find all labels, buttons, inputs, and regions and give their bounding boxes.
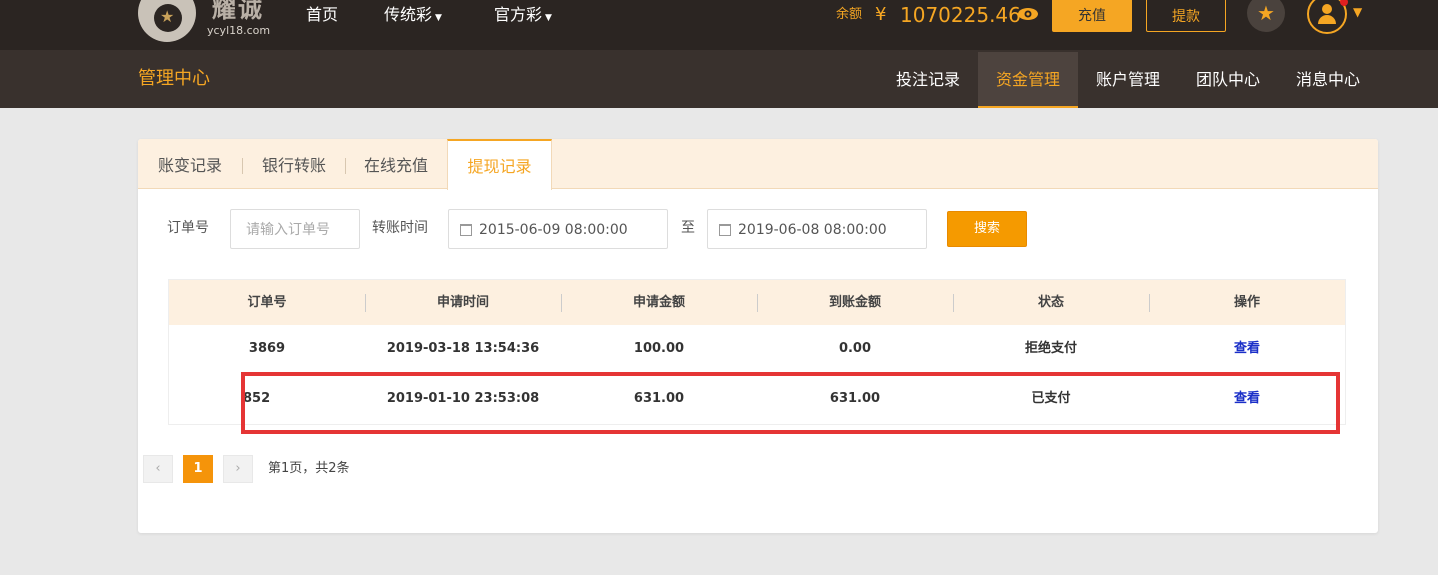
order-no-cell: 3869 (248, 341, 286, 356)
pagination-info: 第1页，共2条 (268, 461, 350, 476)
recharge-button[interactable]: 充值 (1052, 0, 1132, 32)
nav-official-lottery[interactable]: 官方彩 ▼ (494, 4, 552, 29)
tab-withdraw-records[interactable]: 提现记录 (447, 139, 552, 190)
to-label: 至 (681, 220, 695, 236)
page-number-current[interactable]: 1 (183, 455, 213, 483)
received-amount-cell: 0.00 (838, 341, 872, 356)
order-no-input[interactable]: 请输入订单号 (230, 209, 360, 249)
subnav-message-center[interactable]: 消息中心 (1278, 52, 1378, 108)
status-cell: 拒绝支付 (1024, 341, 1077, 356)
transfer-time-label: 转账时间 (372, 220, 428, 236)
end-time-value: 2019-06-08 08:00:00 (738, 222, 887, 238)
page-title: 管理中心 (138, 68, 210, 89)
column-header: 申请时间 (436, 295, 489, 310)
tab-bank-transfer[interactable]: 银行转账 (243, 139, 345, 189)
balance-label: 余额 (836, 7, 863, 22)
column-header: 订单号 (247, 295, 287, 310)
apply-time-cell: 2019-03-18 13:54:36 (386, 341, 540, 356)
subnav-team-center[interactable]: 团队中心 (1178, 52, 1278, 108)
view-link[interactable]: 查看 (1149, 339, 1345, 359)
highlight-box (241, 372, 1340, 434)
tab-transaction-records[interactable]: 账变记录 (138, 139, 242, 189)
chevron-right-icon[interactable]: › (223, 455, 253, 483)
end-time-input[interactable]: 2019-06-08 08:00:00 (707, 209, 927, 249)
search-button[interactable]: 搜索 (947, 211, 1027, 247)
withdraw-button[interactable]: 提款 (1146, 0, 1226, 32)
column-header: 到账金额 (828, 295, 881, 310)
tab-bar: 账变记录 银行转账 在线充值 提现记录 (138, 139, 1378, 190)
tab-online-recharge[interactable]: 在线充值 (346, 139, 446, 189)
balance-value: 1070225.46 (900, 3, 1021, 27)
order-no-label: 订单号 (167, 220, 209, 236)
start-time-value: 2015-06-09 08:00:00 (479, 222, 628, 238)
nav-traditional-lottery[interactable]: 传统彩 ▼ (384, 4, 442, 29)
order-no-placeholder: 请输入订单号 (246, 222, 330, 238)
currency-symbol: ¥ (875, 4, 887, 25)
calendar-icon (460, 224, 472, 236)
start-time-input[interactable]: 2015-06-09 08:00:00 (448, 209, 668, 249)
logo-title: 耀诚 (212, 0, 264, 23)
chevron-down-icon[interactable]: ▼ (1353, 4, 1362, 20)
subnav-bet-records[interactable]: 投注记录 (878, 52, 978, 108)
apply-amount-cell: 100.00 (633, 341, 685, 356)
nav-home[interactable]: 首页 (306, 4, 338, 26)
logo-domain: ycyl18.com (207, 24, 271, 37)
column-header: 状态 (1037, 295, 1064, 310)
table-header: 订单号 申请时间 申请金额 到账金额 状态 操作 (169, 280, 1345, 325)
eye-icon[interactable] (1017, 7, 1039, 21)
caret-down-icon: ▼ (435, 13, 442, 23)
caret-down-icon: ▼ (545, 13, 552, 23)
column-header: 操作 (1233, 295, 1260, 310)
calendar-icon (719, 224, 731, 236)
chevron-left-icon[interactable]: ‹ (143, 455, 173, 483)
subnav-account-management[interactable]: 账户管理 (1078, 52, 1178, 108)
column-header: 申请金额 (632, 295, 685, 310)
subnav-fund-management[interactable]: 资金管理 (978, 52, 1078, 108)
